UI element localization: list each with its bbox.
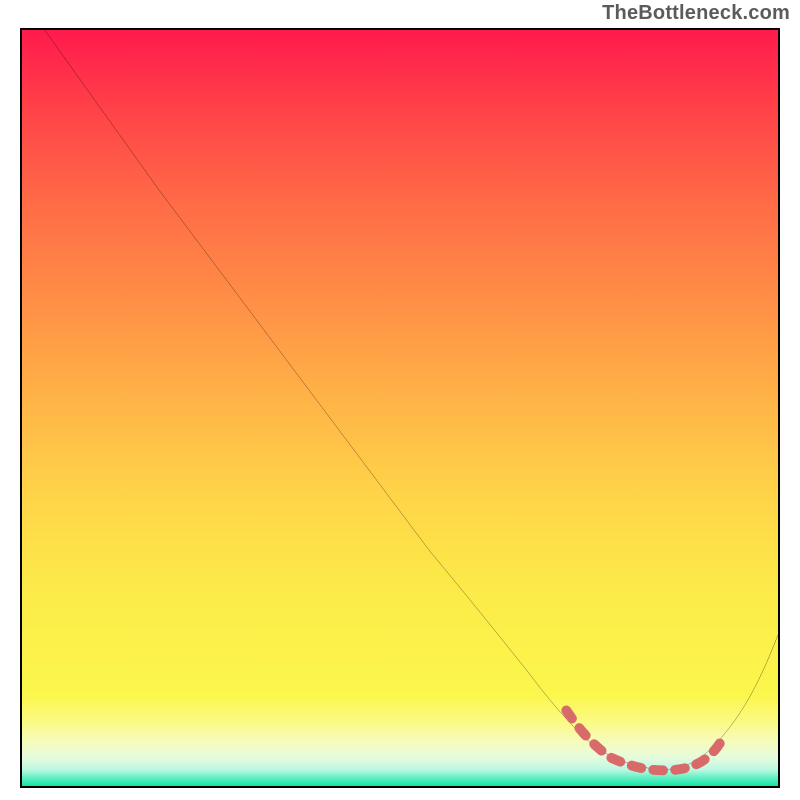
chart-frame: TheBottleneck.com	[0, 0, 800, 800]
optimal-range-marker	[566, 710, 721, 770]
bottleneck-curve	[45, 30, 778, 769]
attribution-watermark: TheBottleneck.com	[602, 2, 790, 25]
plot-area	[20, 28, 780, 788]
chart-svg	[22, 30, 778, 786]
